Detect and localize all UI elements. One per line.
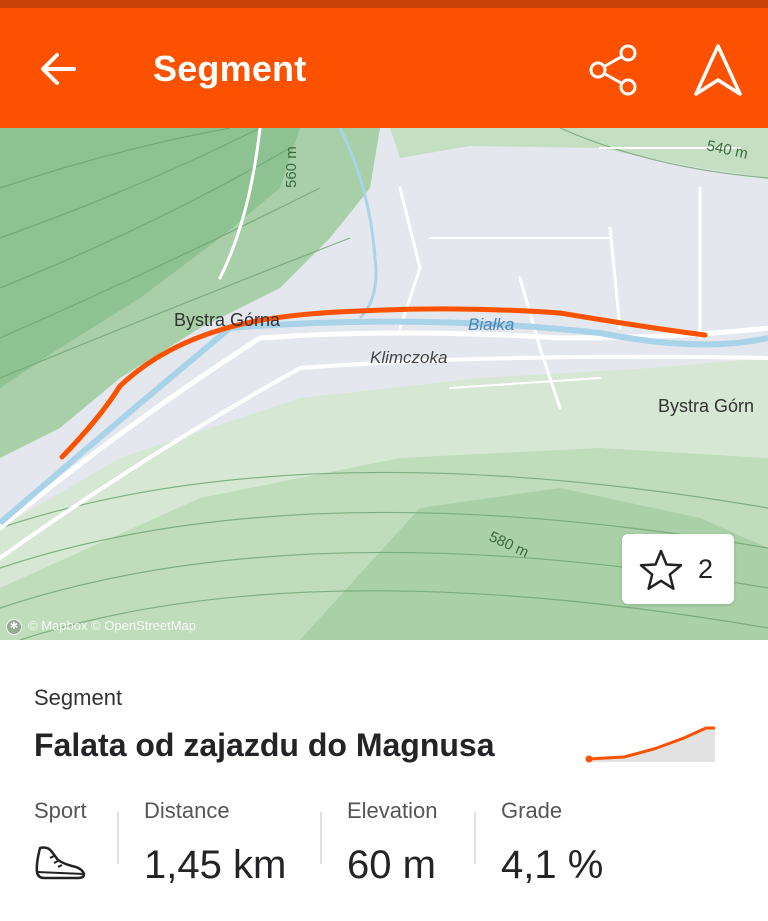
segment-name: Falata od zajazdu do Magnusa xyxy=(34,727,495,763)
stat-elevation-value: 60 m xyxy=(347,843,436,887)
stat-distance-label: Distance xyxy=(144,798,230,823)
stat-grade-label: Grade xyxy=(501,798,563,823)
stat-elevation-label: Elevation xyxy=(347,798,438,823)
stat-distance: Distance 1,45 km xyxy=(144,796,286,890)
stat-divider xyxy=(474,812,476,864)
stat-grade: Grade 4,1 % xyxy=(501,796,603,890)
app-bar: Segment xyxy=(0,8,768,128)
star-count: 2 xyxy=(698,554,714,584)
arrow-left-icon[interactable] xyxy=(36,46,82,92)
stat-sport-label: Sport xyxy=(34,798,87,823)
street-label: Klimczoka xyxy=(370,348,447,367)
status-bar xyxy=(0,0,768,8)
mapbox-logo-icon: ✱ xyxy=(6,618,22,635)
stat-divider xyxy=(320,812,322,864)
river-label: Białka xyxy=(468,315,514,334)
share-icon[interactable] xyxy=(586,42,642,98)
place-label-east: Bystra Górn xyxy=(658,396,754,416)
star-outline-icon xyxy=(639,549,683,590)
navigate-arrow-icon[interactable] xyxy=(690,42,746,98)
stat-grade-value: 4,1 % xyxy=(501,843,604,887)
running-shoe-icon xyxy=(35,846,86,880)
contour-label-560: 560 m xyxy=(283,146,300,188)
stat-sport: Sport xyxy=(34,796,88,887)
page-title: Segment xyxy=(153,48,307,89)
elevation-profile-thumbnail xyxy=(585,726,715,763)
place-label-west: Bystra Górna xyxy=(174,310,281,330)
star-button[interactable]: 2 xyxy=(622,534,734,604)
stat-distance-value: 1,45 km xyxy=(144,843,287,887)
map-attribution[interactable]: ✱ © Mapbox © OpenStreetMap xyxy=(6,617,196,635)
stat-divider xyxy=(117,812,119,864)
stat-elevation: Elevation 60 m xyxy=(347,796,438,890)
segment-type-label: Segment xyxy=(34,685,123,710)
